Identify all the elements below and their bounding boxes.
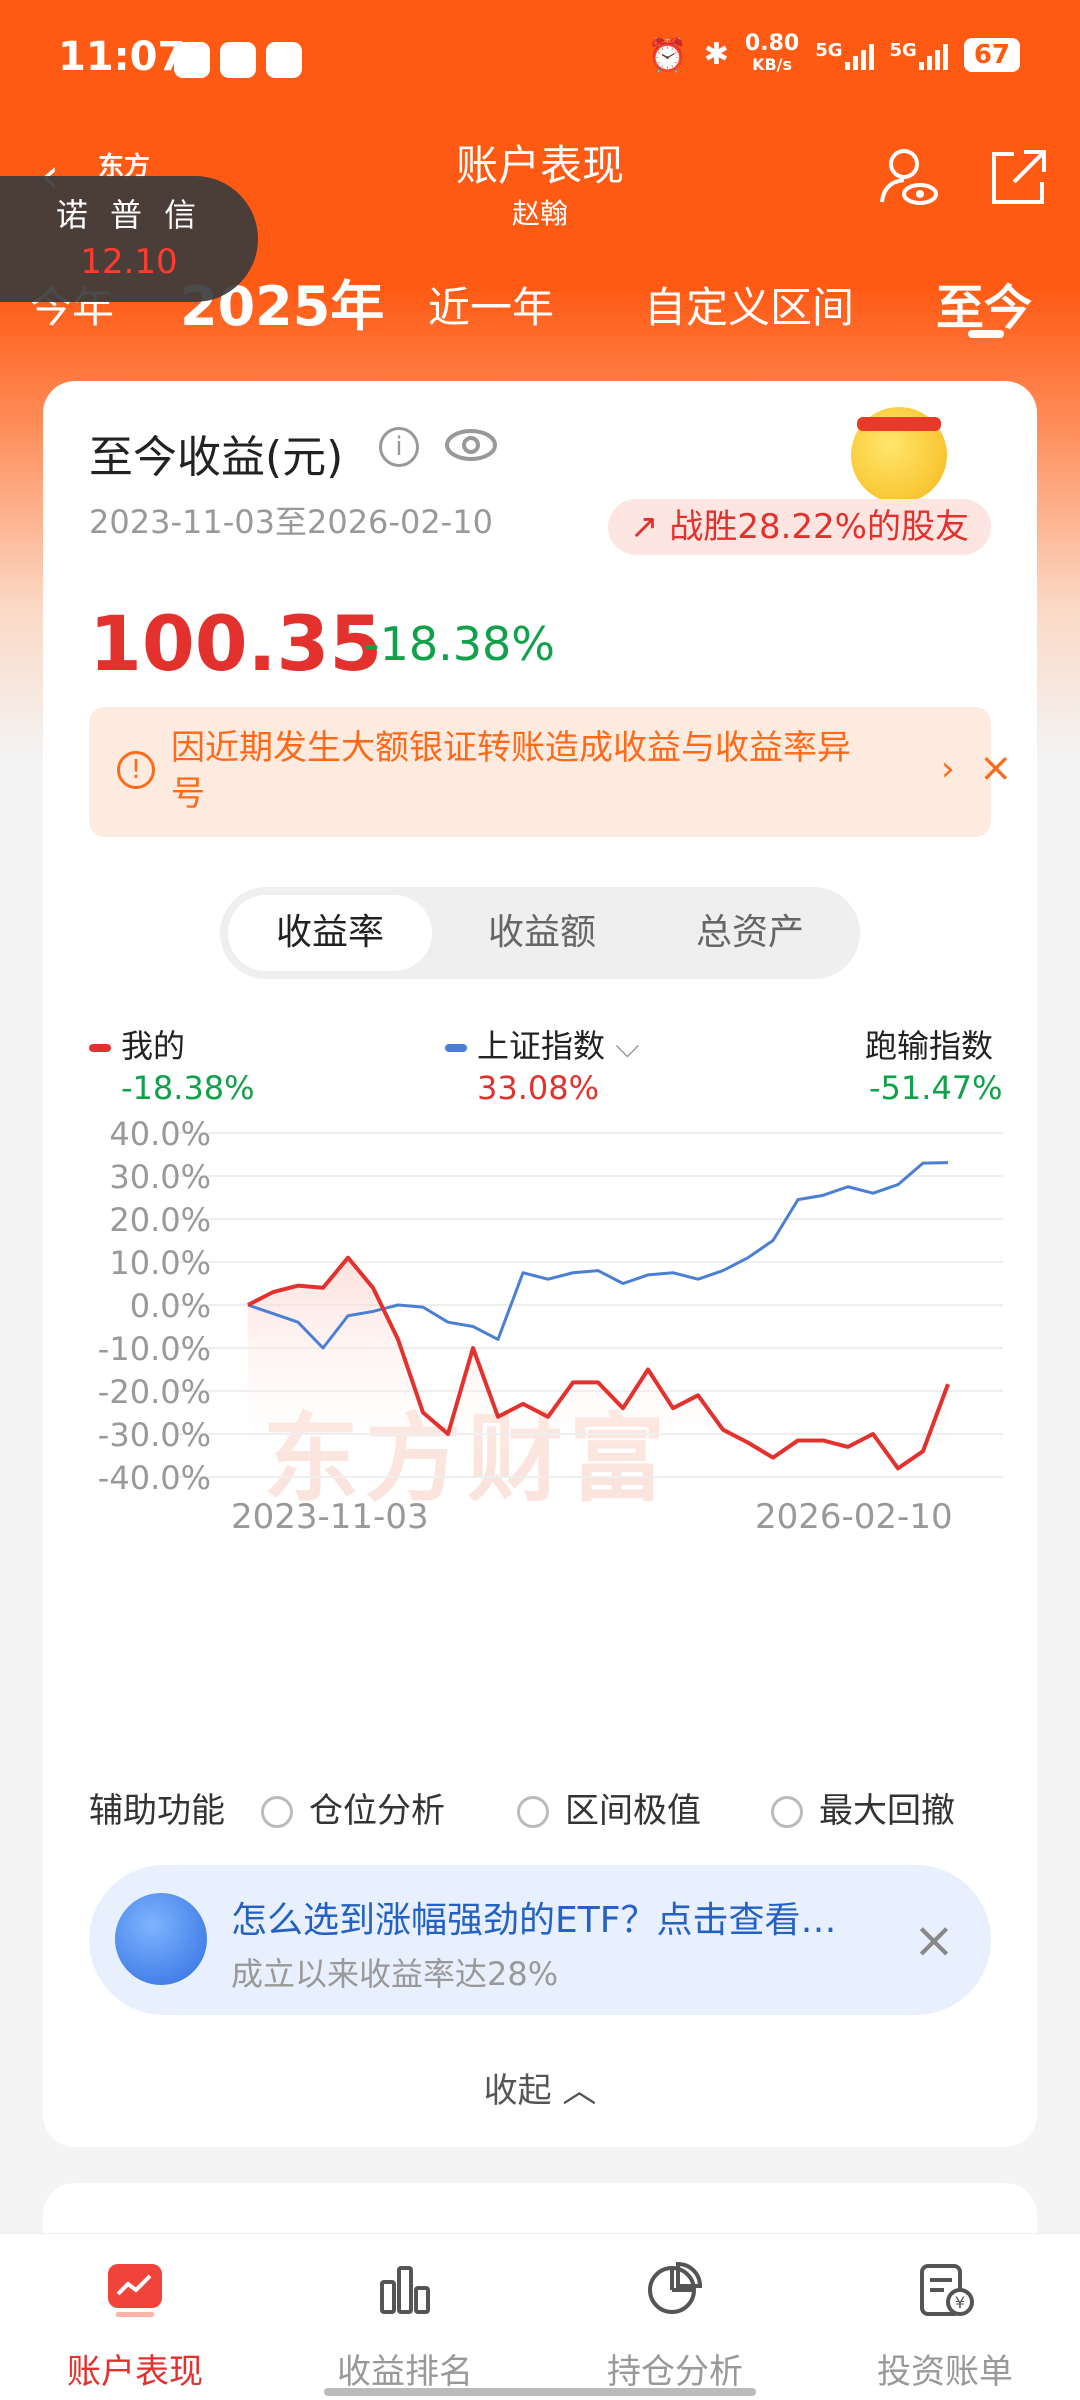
active-tab-indicator: [968, 330, 1004, 338]
legend-mine-value: -18.38%: [121, 1069, 255, 1107]
segment-return-amount[interactable]: 收益额: [440, 895, 644, 971]
pie-chart-icon: [648, 2261, 703, 2314]
return-chart[interactable]: 40.0% 30.0% 20.0% 10.0% 0.0% -10.0% -20.0% -30.…: [43, 1121, 1037, 1521]
share-icon[interactable]: [984, 144, 1052, 212]
nav-account-performance[interactable]: 账户表现: [0, 2234, 270, 2400]
app-notification-icon: [220, 42, 256, 78]
legend-index-value: 33.08%: [477, 1069, 600, 1107]
nav-label: 账户表现: [67, 2352, 203, 2392]
floating-stock-widget[interactable]: 诺 普 信 12.10: [0, 176, 258, 302]
legend-swatch: [89, 1044, 111, 1052]
segment-total-assets[interactable]: 总资产: [648, 895, 852, 971]
mascot-icon: [851, 407, 947, 503]
battery-indicator: 67: [963, 37, 1020, 72]
legend-diff: 跑输指数: [865, 1027, 994, 1065]
profit-amount: 100.35: [89, 599, 383, 688]
legend-index[interactable]: 上证指数 ⌵: [445, 1021, 639, 1067]
tab-since-inception[interactable]: 至今: [936, 268, 1032, 338]
app-notification-icon: [174, 42, 210, 78]
y-tick-label: 0.0%: [130, 1287, 211, 1325]
option-range-extremes[interactable]: 区间极值: [517, 1783, 701, 1832]
status-bar: 11:07 ⏰ ✱ 0.80 KB/s 5G 5G 67: [0, 0, 1080, 120]
profit-rate: -18.38%: [363, 617, 555, 671]
warning-icon: !: [117, 751, 155, 789]
home-indicator: [324, 2388, 756, 2396]
radio-icon: [261, 1796, 293, 1828]
option-position-analysis[interactable]: 仓位分析: [261, 1783, 445, 1832]
date-range: 2023-11-03至2026-02-10: [89, 503, 493, 541]
chevron-up-icon: ︿: [562, 2071, 597, 2111]
alarm-icon: ⏰: [647, 35, 688, 74]
promo-title: 怎么选到涨幅强劲的ETF？点击查看…: [231, 1900, 837, 1941]
card-title: 至今收益(元): [89, 432, 344, 483]
chart-trend-icon: [108, 2264, 162, 2317]
nav-holdings-analysis[interactable]: 持仓分析: [540, 2234, 810, 2400]
info-icon[interactable]: i: [379, 427, 419, 467]
bottom-navigation: 账户表现 收益排名 持仓分析 ¥ 投资账单: [0, 2233, 1080, 2400]
promo-subtitle: 成立以来收益率达28%: [231, 1955, 559, 1993]
y-tick-label: -10.0%: [98, 1330, 211, 1368]
eye-icon[interactable]: [443, 425, 499, 465]
etf-promo-banner[interactable]: 怎么选到涨幅强劲的ETF？点击查看… 成立以来收益率达28% ×: [89, 1865, 991, 2015]
aux-label: 辅助功能: [89, 1791, 225, 1831]
y-tick-label: 20.0%: [109, 1201, 211, 1239]
bill-icon: ¥: [920, 2264, 974, 2316]
bar-chart-icon: [380, 2266, 430, 2314]
y-tick-label: 30.0%: [109, 1158, 211, 1196]
privacy-view-icon[interactable]: [874, 144, 942, 212]
nav-return-ranking[interactable]: 收益排名: [270, 2234, 540, 2400]
chevron-right-icon: ›: [941, 749, 955, 789]
radio-icon: [771, 1796, 803, 1828]
x-label-end: 2026-02-10: [755, 1497, 953, 1537]
legend-diff-value: -51.47%: [869, 1069, 1003, 1107]
signal-icon: 5G: [890, 40, 948, 70]
radio-icon: [517, 1796, 549, 1828]
bluetooth-icon: ✱: [703, 37, 729, 72]
network-speed: 0.80 KB/s: [744, 31, 800, 75]
segment-return-rate[interactable]: 收益率: [228, 895, 432, 971]
y-tick-label: -20.0%: [98, 1373, 211, 1411]
nav-investment-bill[interactable]: ¥ 投资账单: [810, 2234, 1080, 2400]
chevron-down-icon: ⌵: [615, 1027, 640, 1065]
legend-mine: 我的: [89, 1021, 185, 1067]
share-small-icon: ↗: [630, 507, 659, 547]
nav-label: 投资账单: [877, 2352, 1013, 2392]
legend-swatch: [445, 1044, 467, 1052]
close-icon[interactable]: ×: [913, 1911, 955, 1969]
stock-name: 诺 普 信: [55, 196, 203, 234]
notice-text: 因近期发生大额银证转账造成收益与收益率异号: [171, 728, 851, 814]
close-icon[interactable]: ×: [979, 745, 1013, 791]
tab-last-year[interactable]: 近一年: [428, 274, 554, 335]
y-tick-label: -30.0%: [98, 1416, 211, 1454]
signal-icon: 5G: [815, 40, 874, 70]
collapse-button[interactable]: 收起 ︿: [43, 2063, 1037, 2112]
beat-text: 战胜28.22%的股友: [669, 507, 969, 547]
y-tick-label: 40.0%: [109, 1121, 211, 1153]
status-time: 11:07: [58, 34, 186, 80]
beat-badge[interactable]: ↗ 战胜28.22%的股友: [608, 499, 991, 555]
nav-label: 收益排名: [337, 2352, 473, 2392]
tab-custom-range[interactable]: 自定义区间: [644, 274, 854, 335]
y-tick-label: 10.0%: [109, 1244, 211, 1282]
app-notification-icon: [266, 42, 302, 78]
notice-banner[interactable]: ! 因近期发生大额银证转账造成收益与收益率异号 › ×: [89, 707, 1013, 837]
thumbs-up-icon: [115, 1893, 207, 1985]
y-tick-label: -40.0%: [98, 1459, 211, 1497]
x-label-start: 2023-11-03: [231, 1497, 429, 1537]
option-max-drawdown[interactable]: 最大回撤: [771, 1783, 955, 1832]
performance-card: 至今收益(元) i 2023-11-03至2026-02-10 ↗ 战胜28.2…: [43, 381, 1037, 2147]
nav-label: 持仓分析: [607, 2352, 743, 2392]
stock-price: 12.10: [80, 242, 178, 282]
metric-segmented-control: 收益率 收益额 总资产: [220, 887, 860, 979]
svg-text:¥: ¥: [955, 2293, 965, 2312]
